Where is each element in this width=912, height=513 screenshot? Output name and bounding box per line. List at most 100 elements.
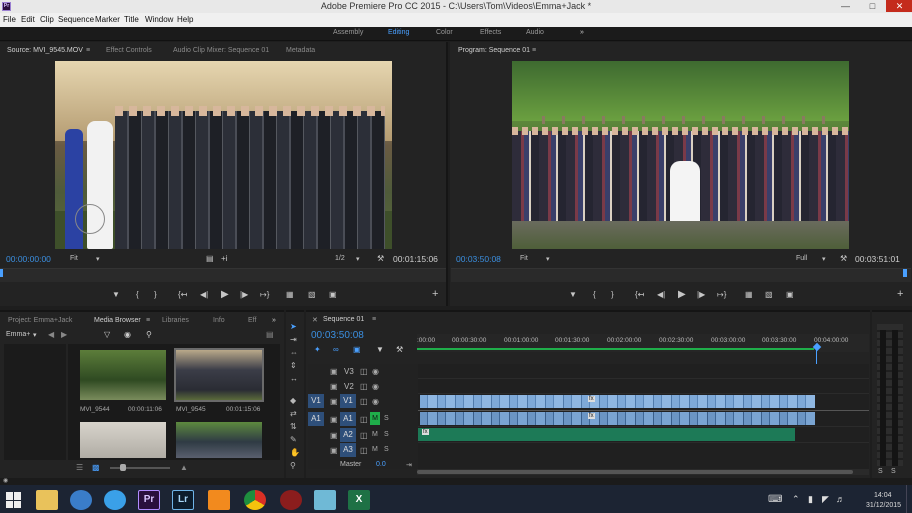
workspace-color[interactable]: Color <box>436 29 453 36</box>
snap-icon[interactable]: ✦ <box>314 345 321 354</box>
volume-icon[interactable]: ♬ <box>836 494 845 504</box>
menu-file[interactable]: File <box>3 15 16 24</box>
source-patch-v1[interactable]: V1 <box>308 394 324 408</box>
slip-tool-icon[interactable]: ⇄ <box>290 409 297 418</box>
step-back-icon[interactable]: ◀| <box>200 290 208 299</box>
step-forward-icon[interactable]: |▶ <box>240 290 248 299</box>
tab-info[interactable]: Info <box>213 317 225 324</box>
source-resolution-dropdown[interactable]: 1/2 <box>335 255 345 262</box>
toggle-sync-icon[interactable]: ◫ <box>360 415 368 424</box>
timeline-scroll-thumb[interactable] <box>417 470 853 474</box>
zoom-slider[interactable] <box>110 467 170 469</box>
tab-effect-controls[interactable]: Effect Controls <box>106 47 152 54</box>
mountain-icon[interactable]: ▲ <box>180 463 188 472</box>
search-icon[interactable]: ⚲ <box>146 330 152 339</box>
panel-menu-icon[interactable]: ≡ <box>372 316 376 323</box>
more-workspaces-icon[interactable]: » <box>580 29 584 36</box>
lock-icon[interactable]: ▣ <box>330 446 338 455</box>
eye-icon[interactable]: ◉ <box>372 367 379 376</box>
track-label-a3[interactable]: A3 <box>340 443 356 457</box>
close-tab-icon[interactable]: ✕ <box>312 316 318 324</box>
file-explorer-icon[interactable] <box>36 490 58 510</box>
chevron-down-icon[interactable]: ▾ <box>356 255 360 263</box>
eye-icon[interactable]: ◉ <box>372 397 379 406</box>
solo-button-a1[interactable]: S <box>384 415 389 422</box>
slide-tool-icon[interactable]: ⇅ <box>290 422 297 431</box>
menu-clip[interactable]: Clip <box>40 15 54 24</box>
menu-help[interactable]: Help <box>177 15 193 24</box>
network-icon[interactable]: ◤ <box>822 494 829 505</box>
track-label-a1[interactable]: A1 <box>340 412 356 426</box>
panel-menu-icon[interactable]: ≡ <box>532 47 536 54</box>
rate-stretch-tool-icon[interactable]: ↔ <box>290 374 298 383</box>
clip-thumbnail[interactable] <box>80 422 166 458</box>
folder-tree[interactable] <box>4 344 66 460</box>
lock-icon[interactable]: ▣ <box>330 367 338 376</box>
itunes-icon[interactable] <box>104 490 126 510</box>
insert-icon[interactable]: ▦ <box>286 290 294 299</box>
eye-icon[interactable]: ◉ <box>372 382 379 391</box>
ripple-edit-tool-icon[interactable]: ⇔ <box>290 348 298 357</box>
windows-start-icon[interactable] <box>6 492 22 508</box>
lock-icon[interactable]: ▣ <box>330 431 338 440</box>
view-toggle-icon[interactable]: ◉ <box>124 330 131 339</box>
tab-sequence-01[interactable]: Sequence 01 <box>323 316 364 323</box>
lock-icon[interactable]: ▣ <box>330 415 338 424</box>
solo-left-label[interactable]: S <box>878 468 883 475</box>
program-resolution-dropdown[interactable]: Full <box>796 255 807 262</box>
lift-icon[interactable]: ▦ <box>745 290 753 299</box>
workspace-effects[interactable]: Effects <box>480 29 501 36</box>
clip-thumbnail-mvi-9544[interactable] <box>80 350 166 400</box>
toggle-sync-icon[interactable]: ◫ <box>360 382 368 391</box>
panel-menu-icon[interactable]: ≡ <box>86 47 90 54</box>
timeline-ruler[interactable]: :00:00 00:00:30:00 00:01:00:00 00:01:30:… <box>417 334 869 352</box>
program-time-ruler[interactable] <box>451 268 911 282</box>
play-icon[interactable]: ▶ <box>678 289 686 300</box>
tab-libraries[interactable]: Libraries <box>162 317 189 324</box>
panel-menu-icon[interactable]: ≡ <box>146 317 150 324</box>
mark-out-icon[interactable]: } <box>154 290 157 299</box>
excel-icon[interactable]: X <box>348 490 370 510</box>
work-area-bar[interactable] <box>417 348 814 350</box>
camera-icon[interactable]: ▣ <box>786 290 794 299</box>
go-to-in-icon[interactable]: {↤ <box>635 290 644 299</box>
music-clip-a2[interactable] <box>418 428 795 441</box>
tab-effects[interactable]: Eff <box>248 317 256 324</box>
add-marker-icon[interactable]: ▼ <box>112 290 120 299</box>
master-volume-value[interactable]: 0.0 <box>376 461 386 468</box>
linked-selection-icon[interactable]: ∞ <box>333 345 339 354</box>
solo-right-label[interactable]: S <box>891 468 896 475</box>
app-blue-icon[interactable] <box>314 490 336 510</box>
toggle-sync-icon[interactable]: ◫ <box>360 397 368 406</box>
workspace-assembly[interactable]: Assembly <box>333 29 363 36</box>
wrench-icon[interactable]: ⚒ <box>377 254 384 263</box>
icon-view-icon[interactable]: ▩ <box>92 463 100 472</box>
rolling-edit-tool-icon[interactable]: ⇕ <box>290 361 297 370</box>
mark-in-icon[interactable]: { <box>593 290 596 299</box>
tab-project[interactable]: Project: Emma+Jack <box>8 317 72 324</box>
insert-marker-icon[interactable]: +i <box>221 254 227 263</box>
toggle-sync-icon[interactable]: ◫ <box>360 431 368 440</box>
clock-time[interactable]: 14:04 <box>874 492 892 499</box>
tab-metadata[interactable]: Metadata <box>286 47 315 54</box>
battery-icon[interactable]: ▮ <box>808 494 813 505</box>
menu-title[interactable]: Title <box>124 15 139 24</box>
timeline-scrollbar[interactable] <box>417 469 869 475</box>
add-marker-icon[interactable]: ▼ <box>376 345 384 354</box>
mute-button-a1[interactable]: M <box>370 412 380 425</box>
mute-button-a3[interactable]: M <box>372 446 378 453</box>
chevron-down-icon[interactable]: ▾ <box>822 255 826 263</box>
workspace-audio[interactable]: Audio <box>526 29 544 36</box>
clock-date[interactable]: 31/12/2015 <box>866 502 901 509</box>
timeline-timecode[interactable]: 00:03:50:08 <box>311 330 364 341</box>
source-playhead[interactable] <box>0 269 3 277</box>
video-clips-v1[interactable] <box>420 395 815 408</box>
clip-thumbnail-mvi-9545[interactable] <box>174 348 264 402</box>
program-fit-dropdown[interactable]: Fit <box>520 255 528 262</box>
menu-edit[interactable]: Edit <box>21 15 35 24</box>
mark-out-icon[interactable]: } <box>611 290 614 299</box>
button-editor-plus-icon[interactable]: + <box>432 288 438 300</box>
go-to-end-icon[interactable]: ⇥ <box>406 461 412 469</box>
keyboard-icon[interactable]: ⌨ <box>768 494 782 505</box>
solo-button-a2[interactable]: S <box>384 431 389 438</box>
